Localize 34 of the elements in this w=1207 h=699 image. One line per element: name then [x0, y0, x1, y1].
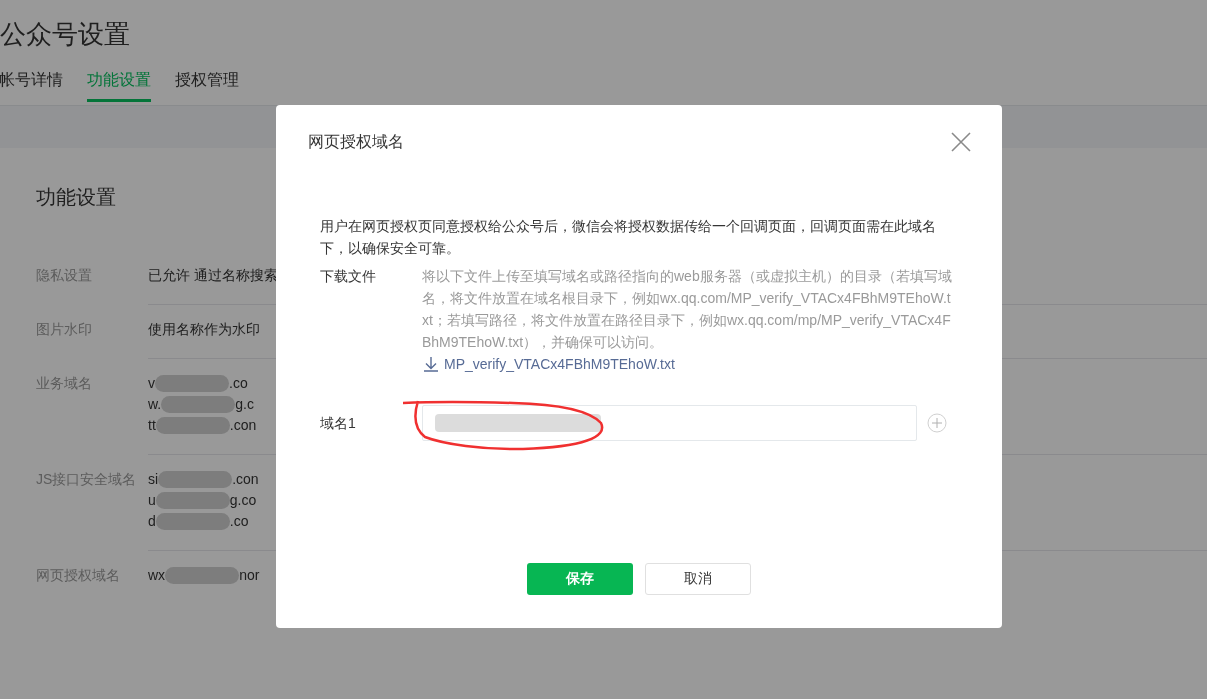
domain-suffix: .co [229, 512, 249, 531]
field-label: 下载文件 [320, 267, 377, 286]
setting-label: 图片水印 [36, 320, 93, 339]
setting-value: 使用名称作为水印 [148, 321, 260, 339]
section-title: 功能设置 [36, 185, 117, 210]
setting-label: 网页授权域名 [36, 566, 121, 585]
dialog-title: 网页授权域名 [308, 131, 404, 152]
domain-prefix: si [148, 470, 159, 489]
domain-suffix: .con [229, 416, 257, 435]
domain-suffix: .con [232, 470, 259, 489]
description: 用户在网页授权页同意授权给公众号后，微信会将授权数据传给一个回调页面，回调页面需在此域名下，以确保安全可靠。 [320, 217, 937, 258]
setting-label: 隐私设置 [36, 266, 93, 285]
domain-suffix: nor [239, 566, 260, 585]
domain-input[interactable] [422, 405, 917, 441]
setting-label: 业务域名 [36, 374, 93, 393]
domain-prefix: v [148, 374, 155, 393]
tab[interactable]: 授权管理 [175, 70, 239, 102]
instructions: 将以下文件上传至填写域名或路径指向的web服务器（或虚拟主机）的目录（若填写域名，将文件放置在域名根目录下，例如wx.qq.com/MP_verify_VTACx4FBhM9TEhoW.txt；若填写路径，将文件放置在路径目录下，例如wx.qq.com/mp/MP_verify_VTACx4FBhM9TEhoW.txt），并确保可以访问。 [422, 267, 953, 352]
domain-prefix: wx [148, 566, 166, 585]
domain-prefix: d [148, 512, 156, 531]
page-title: 公众号设置 [0, 18, 131, 51]
download-icon [422, 355, 440, 373]
domain-prefix: w. [148, 395, 162, 414]
domain-suffix: g.co [229, 491, 257, 510]
tab[interactable]: 帐号详情 [0, 70, 63, 102]
domain-suffix: .co [229, 374, 248, 393]
domain-suffix: g.c [235, 395, 254, 414]
download-link[interactable]: MP_verify_VTACx4FBhM9TEhoW.txt [422, 353, 675, 375]
add-icon[interactable] [927, 413, 947, 433]
cancel-button[interactable]: 取消 [645, 563, 751, 595]
close-icon[interactable] [950, 131, 972, 153]
field-label: 域名1 [320, 414, 357, 433]
domain-prefix: u [148, 491, 156, 510]
domain-prefix: tt [148, 416, 156, 435]
